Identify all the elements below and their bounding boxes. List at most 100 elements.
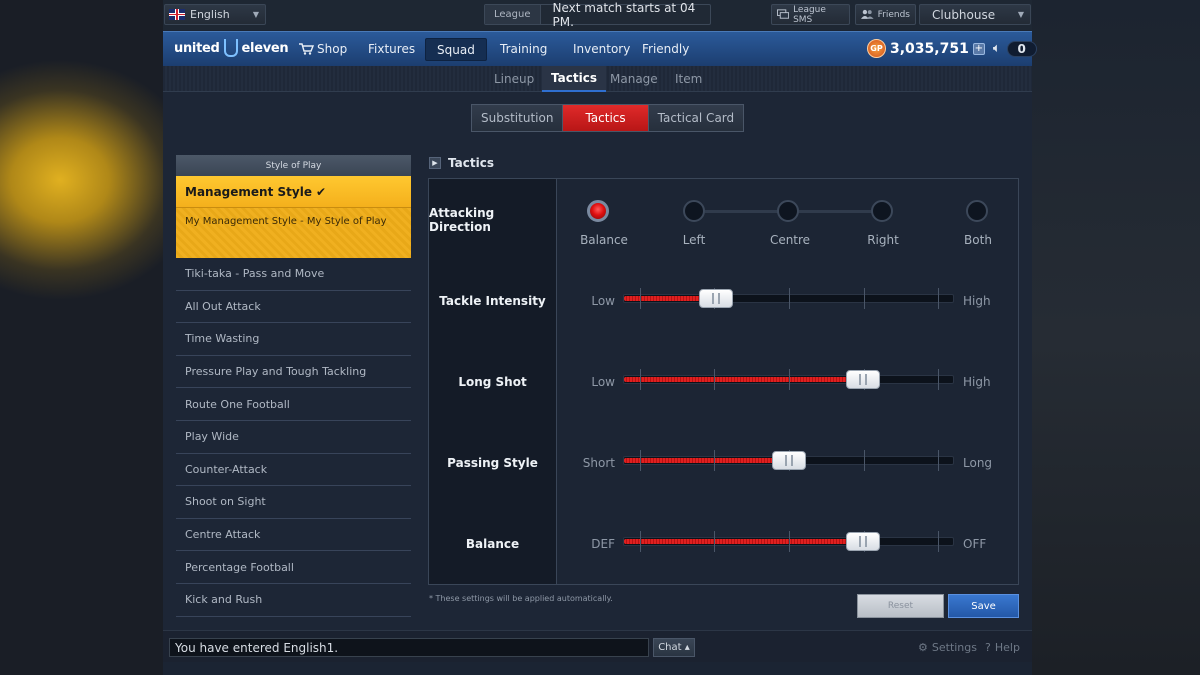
nav-friendly-label: Friendly [642, 42, 690, 56]
tackle-intensity-slider[interactable] [623, 288, 954, 309]
slider-high-label: High [963, 375, 991, 389]
league-sms-label: League SMS [793, 4, 826, 25]
slider-row-body: Low High [557, 260, 1018, 341]
segment-tactical-card[interactable]: Tactical Card [648, 105, 744, 131]
reset-button[interactable]: Reset [857, 594, 944, 618]
league-tag[interactable]: League [485, 5, 541, 24]
subnav-manage[interactable]: Manage [610, 66, 658, 92]
slider-high-label: Long [963, 456, 993, 470]
add-gp-button[interactable]: + [972, 42, 985, 55]
bottom-bar: You have entered English1. Chat ▴ ⚙ Sett… [163, 630, 1032, 662]
slider-low-label: Low [591, 294, 615, 308]
style-item[interactable]: Time Wasting [176, 323, 411, 356]
slider-tick [714, 450, 715, 471]
background-right [1032, 0, 1200, 675]
slider-tick [640, 288, 641, 309]
style-item[interactable]: All Out Attack [176, 291, 411, 324]
slider-low-label: Low [591, 375, 615, 389]
nav-fixtures[interactable]: Fixtures [368, 32, 415, 66]
subnav-item[interactable]: Item [675, 66, 702, 92]
slider-row-label: Tackle Intensity [429, 260, 557, 341]
logo-text-left: united [174, 40, 220, 56]
chat-input[interactable]: You have entered English1. [169, 638, 649, 657]
radio-both[interactable] [966, 200, 988, 222]
logo-text-right: eleven [241, 40, 289, 56]
slider-thumb[interactable] [699, 289, 733, 308]
management-style-card[interactable]: Management Style ✔ My Management Style -… [176, 176, 411, 258]
segment-tactics[interactable]: Tactics [563, 105, 649, 131]
tactics-table: Attacking Direction Balance Left Centre … [428, 178, 1019, 585]
style-item[interactable]: Centre Attack [176, 519, 411, 552]
balance-slider[interactable] [623, 531, 954, 552]
slider-row-body: Low High [557, 341, 1018, 422]
clubhouse-select[interactable]: Clubhouse ▼ [919, 4, 1031, 25]
gear-icon: ⚙ [918, 641, 928, 654]
style-item[interactable]: Shoot on Sight [176, 486, 411, 519]
united-eleven-logo[interactable]: united eleven [174, 39, 289, 57]
speaker-icon[interactable]: 🔈︎ [993, 41, 1001, 56]
settings-link[interactable]: ⚙ Settings [918, 641, 977, 654]
tactics-heading: ▶ Tactics [429, 156, 494, 170]
style-item[interactable]: Route One Football [176, 388, 411, 421]
slider-tick [938, 288, 939, 309]
slider-tick [938, 450, 939, 471]
auto-apply-note: * These settings will be applied automat… [429, 594, 613, 603]
language-select[interactable]: English ▼ [164, 4, 266, 25]
chevron-down-icon: ▼ [1017, 10, 1024, 19]
slider-thumb[interactable] [772, 451, 806, 470]
slider-high-label: High [963, 294, 991, 308]
chat-button[interactable]: Chat ▴ [653, 638, 695, 657]
style-item[interactable]: Tiki-taka - Pass and Move [176, 258, 411, 291]
long-shot-slider[interactable] [623, 369, 954, 390]
slider-thumb[interactable] [846, 370, 880, 389]
style-item[interactable]: Kick and Rush [176, 584, 411, 617]
segment-substitution[interactable]: Substitution [472, 105, 564, 131]
slider-high-label: OFF [963, 537, 987, 551]
slider-tick [864, 450, 865, 471]
attacking-direction-options: Balance Left Centre Right Both [557, 179, 1018, 260]
nav-inventory[interactable]: Inventory [573, 32, 630, 66]
nav-fixtures-label: Fixtures [368, 42, 416, 56]
management-style-subtitle: My Management Style - My Style of Play [185, 216, 387, 227]
settings-label: Settings [931, 641, 977, 654]
slider-tick [938, 369, 939, 390]
content-area: Substitution Tactics Tactical Card Style… [163, 92, 1032, 630]
style-item[interactable]: Pressure Play and Tough Tackling [176, 356, 411, 389]
passing-style-slider[interactable] [623, 450, 954, 471]
uk-flag-icon [169, 9, 185, 20]
slider-row-body: Short Long [557, 422, 1018, 503]
radio-centre[interactable] [777, 200, 799, 222]
slider-thumb[interactable] [846, 532, 880, 551]
style-item[interactable]: Play Wide [176, 421, 411, 454]
logo-u-icon [223, 39, 238, 57]
play-triangle-icon: ▶ [429, 157, 441, 169]
radio-right-label: Right [867, 233, 899, 247]
background-left [0, 0, 163, 675]
friends-button[interactable]: Friends [855, 4, 916, 25]
league-message: Next match starts at 04 PM. [552, 0, 696, 29]
subnav-tactics[interactable]: Tactics [542, 66, 606, 92]
style-item[interactable]: Percentage Football [176, 551, 411, 584]
slider-tick [714, 369, 715, 390]
radio-balance[interactable] [587, 200, 609, 222]
slider-fill [624, 539, 863, 544]
nav-squad[interactable]: Squad [425, 38, 487, 61]
management-style-title: Management Style [185, 184, 312, 199]
subnav-lineup[interactable]: Lineup [494, 66, 534, 92]
nav-training[interactable]: Training [500, 32, 547, 66]
nav-friendly[interactable]: Friendly [642, 32, 689, 66]
help-link[interactable]: ? Help [985, 641, 1020, 654]
radio-right[interactable] [871, 200, 893, 222]
slider-tick [864, 288, 865, 309]
style-of-play-header: Style of Play [176, 155, 411, 176]
radio-left[interactable] [683, 200, 705, 222]
league-sms-button[interactable]: League SMS [771, 4, 850, 25]
gp-coin-icon: GP [867, 39, 886, 58]
tactics-title: Tactics [448, 156, 494, 170]
message-count[interactable]: 0 [1006, 40, 1037, 57]
long-shot-row: Long Shot Low High [429, 341, 1018, 422]
save-button[interactable]: Save [948, 594, 1019, 618]
style-item[interactable]: Counter-Attack [176, 454, 411, 487]
nav-shop[interactable]: Shop [299, 32, 347, 66]
league-notice: League Next match starts at 04 PM. [484, 1, 711, 29]
